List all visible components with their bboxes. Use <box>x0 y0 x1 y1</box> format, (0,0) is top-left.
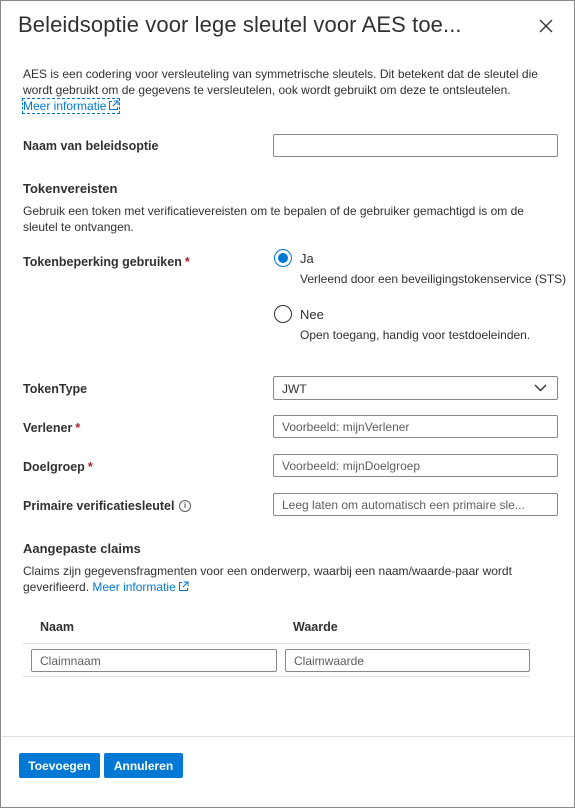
token-type-label: TokenType <box>23 382 88 396</box>
required-marker: * <box>87 460 93 474</box>
radio-nee-description: Open toegang, handig voor testdoeleinden… <box>300 328 531 342</box>
panel-description: AES is een codering voor versleuteling v… <box>21 66 543 114</box>
cancel-button[interactable]: Annuleren <box>104 753 183 778</box>
policy-panel: Beleidsoptie voor lege sleutel voor AES … <box>0 0 575 808</box>
external-link-icon <box>109 100 119 110</box>
token-type-dropdown[interactable]: JWT <box>273 376 558 400</box>
claims-more-info-label: Meer informatie <box>92 580 176 594</box>
issuer-label: Verlener * <box>23 421 81 435</box>
footer-divider <box>2 736 574 737</box>
add-button[interactable]: Toevoegen <box>19 753 100 778</box>
custom-claims-heading: Aangepaste claims <box>23 541 141 556</box>
close-button[interactable] <box>533 13 559 39</box>
radio-ja-label: Ja <box>300 251 314 266</box>
external-link-icon <box>178 581 189 591</box>
audience-input[interactable] <box>273 454 558 477</box>
token-requirements-heading: Tokenvereisten <box>23 181 118 196</box>
more-info-label: Meer informatie <box>23 99 107 113</box>
policy-name-input[interactable] <box>273 134 558 157</box>
token-requirements-description: Gebruik een token met verificatievereist… <box>23 204 524 234</box>
required-marker: * <box>184 255 190 269</box>
custom-claims-description: Claims zijn gegevensfragmenten voor een … <box>23 563 558 595</box>
token-type-value: JWT <box>282 382 307 396</box>
token-restriction-label: Tokenbeperking gebruiken * <box>23 255 190 269</box>
radio-ja-description: Verleend door een beveiligingstokenservi… <box>300 272 567 286</box>
claim-name-input[interactable] <box>31 649 277 672</box>
table-divider <box>23 643 530 644</box>
info-icon[interactable]: i <box>179 500 191 512</box>
column-header-name: Naam <box>40 620 75 634</box>
required-marker: * <box>75 421 81 435</box>
column-header-value: Waarde <box>293 620 338 634</box>
radio-ja[interactable] <box>274 249 292 267</box>
radio-nee[interactable] <box>274 305 292 323</box>
audience-label: Doelgroep * <box>23 460 93 474</box>
close-icon <box>539 19 553 33</box>
radio-nee-label: Nee <box>300 307 324 322</box>
primary-key-label: Primaire verificatiesleutel <box>23 499 175 513</box>
issuer-input[interactable] <box>273 415 558 438</box>
chevron-down-icon <box>534 384 547 392</box>
description-text: AES is een codering voor versleuteling v… <box>23 67 538 97</box>
policy-name-label: Naam van beleidsoptie <box>23 139 159 153</box>
panel-title: Beleidsoptie voor lege sleutel voor AES … <box>18 12 462 37</box>
claim-value-input[interactable] <box>285 649 530 672</box>
table-divider <box>23 676 530 677</box>
claims-more-info-link[interactable]: Meer informatie <box>92 580 189 594</box>
primary-key-input[interactable] <box>273 493 558 516</box>
more-info-link[interactable]: Meer informatie <box>21 98 121 114</box>
